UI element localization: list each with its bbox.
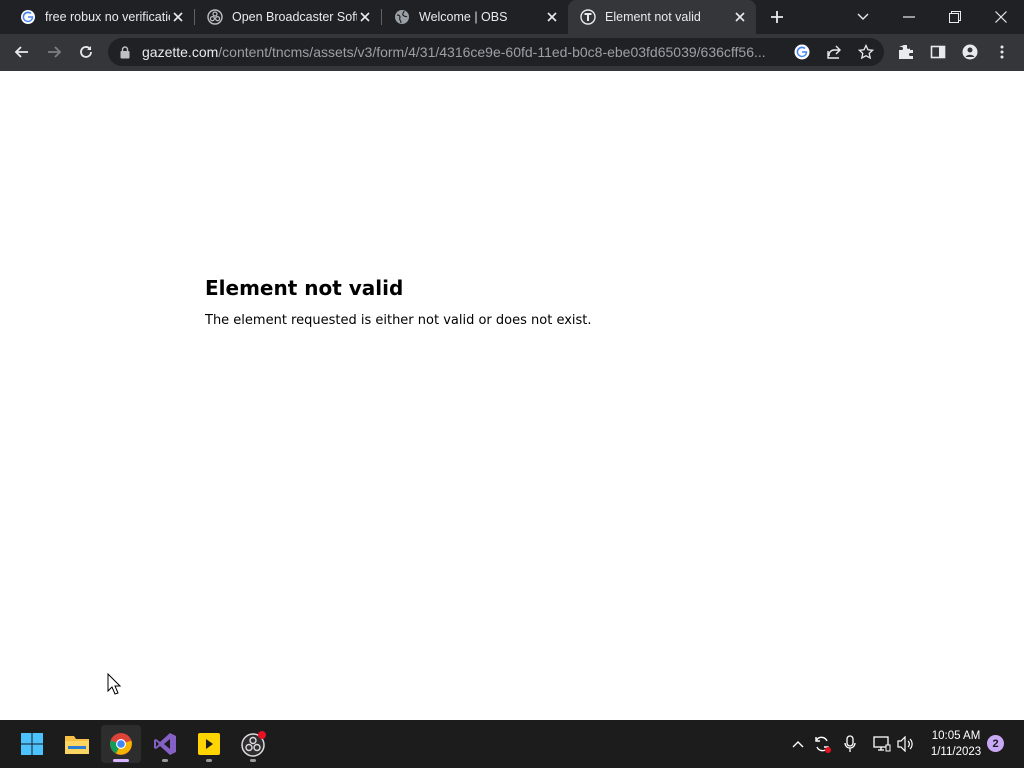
tab-title: Open Broadcaster Softw [232, 10, 357, 24]
close-window-button[interactable] [978, 0, 1024, 34]
minimize-button[interactable] [886, 0, 932, 34]
taskbar: 10:05 AM 1/11/2023 [0, 720, 1024, 768]
globe-icon [394, 9, 410, 25]
file-explorer-icon[interactable] [57, 725, 97, 763]
tab-element-not-valid[interactable]: Element not valid [568, 0, 756, 34]
clock-date: 1/11/2023 [930, 746, 982, 758]
forward-button[interactable] [40, 38, 68, 66]
running-indicator [206, 759, 212, 762]
obs-icon [207, 9, 223, 25]
running-indicator [113, 759, 129, 762]
browser-toolbar: gazette.com/content/tncms/assets/v3/form… [0, 34, 1024, 71]
sticky-app-icon[interactable] [189, 725, 229, 763]
tab-obs-software[interactable]: Open Broadcaster Softw [187, 0, 381, 34]
reload-button[interactable] [72, 38, 100, 66]
google-icon [20, 9, 36, 25]
mouse-cursor-icon [107, 672, 122, 695]
microphone-icon[interactable] [838, 732, 862, 756]
site-t-icon [580, 9, 596, 25]
visual-studio-icon[interactable] [145, 725, 185, 763]
tab-title: Welcome | OBS [419, 10, 508, 24]
tab-search-button[interactable] [840, 0, 886, 34]
close-icon[interactable] [357, 9, 373, 25]
volume-icon[interactable] [894, 732, 918, 756]
start-button[interactable] [12, 725, 52, 763]
page-content: Element not valid The element requested … [0, 71, 1024, 720]
running-indicator [250, 759, 256, 762]
error-heading: Element not valid [205, 276, 404, 300]
error-message: The element requested is either not vali… [205, 313, 592, 328]
profile-icon[interactable] [956, 38, 984, 66]
clock-time: 10:05 AM [931, 730, 981, 742]
side-panel-icon[interactable] [924, 38, 952, 66]
chevron-up-icon[interactable] [786, 732, 810, 756]
obs-app-icon[interactable] [233, 725, 273, 763]
restore-button[interactable] [932, 0, 978, 34]
url-path: /content/tncms/assets/v3/form/4/31/4316c… [218, 44, 766, 60]
tab-title: Element not valid [605, 10, 701, 24]
sync-icon[interactable] [810, 732, 834, 756]
google-lens-icon[interactable] [792, 42, 812, 62]
back-button[interactable] [8, 38, 36, 66]
share-icon[interactable] [824, 42, 844, 62]
lock-icon[interactable] [118, 44, 132, 60]
running-indicator [162, 759, 168, 762]
url-host: gazette.com [142, 44, 219, 60]
chrome-icon[interactable] [101, 725, 141, 763]
close-icon[interactable] [170, 9, 186, 25]
network-icon[interactable] [870, 732, 894, 756]
tab-welcome-obs[interactable]: Welcome | OBS [374, 0, 568, 34]
close-icon[interactable] [544, 9, 560, 25]
extensions-icon[interactable] [892, 38, 920, 66]
menu-kebab-icon[interactable] [988, 38, 1016, 66]
tab-title: free robux no verificatio [45, 10, 170, 24]
tab-free-robux[interactable]: free robux no verificatio [0, 0, 194, 34]
close-icon[interactable] [732, 9, 748, 25]
address-bar[interactable]: gazette.com/content/tncms/assets/v3/form… [108, 38, 884, 66]
notification-badge[interactable]: 2 [987, 735, 1004, 752]
bookmark-star-icon[interactable] [856, 42, 876, 62]
url-text[interactable]: gazette.com/content/tncms/assets/v3/form… [142, 38, 782, 66]
system-clock[interactable]: 10:05 AM 1/11/2023 [922, 728, 990, 760]
new-tab-button[interactable] [766, 6, 788, 28]
tab-strip: free robux no verificatio Open Broadcast… [0, 0, 1024, 34]
